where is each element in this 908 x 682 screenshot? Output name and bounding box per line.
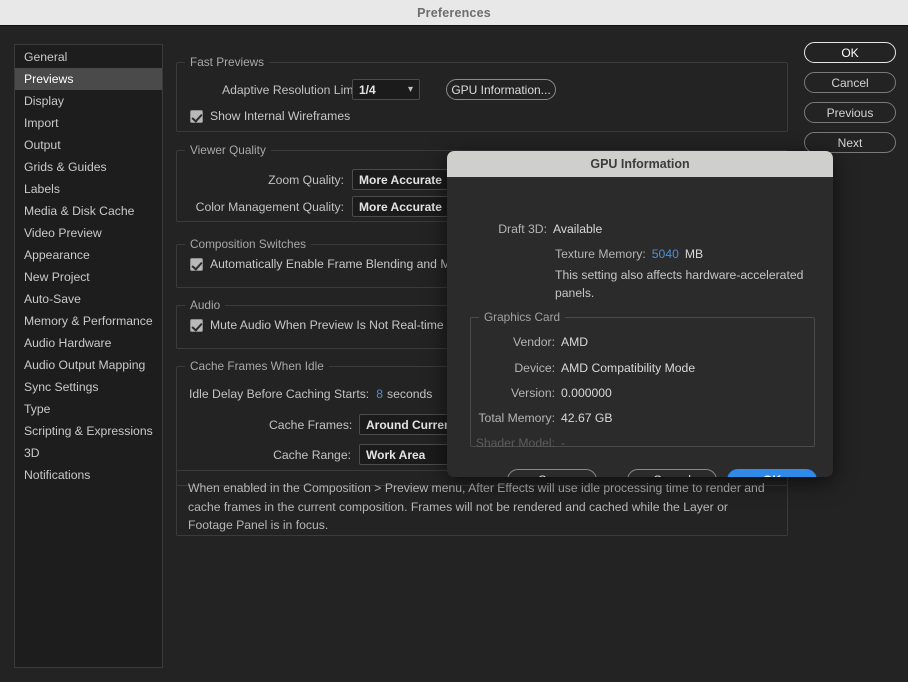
preferences-window: Preferences General Previews Display Imp… [0,0,908,682]
cache-range-value: Work Area [366,447,426,462]
row-adaptive-resolution: Adaptive Resolution Limit: 1/4 ▾ GPU Inf… [222,79,556,100]
color-management-quality-value: More Accurate [359,199,442,214]
previous-button[interactable]: Previous [804,102,896,123]
sidebar-item-video-preview[interactable]: Video Preview [15,222,162,244]
idle-delay-label: Idle Delay Before Caching Starts: [189,387,370,401]
gpu-information-dialog: GPU Information Draft 3D: Available Text… [447,151,833,477]
sidebar-item-labels[interactable]: Labels [15,178,162,200]
zoom-quality-label: Zoom Quality: [268,172,344,187]
category-sidebar[interactable]: General Previews Display Import Output G… [14,44,163,668]
row-mute-audio[interactable]: Mute Audio When Preview Is Not Real-time [190,318,444,332]
sidebar-item-general[interactable]: General [15,46,162,68]
idle-delay-value[interactable]: 8 [376,387,383,401]
row-shader-model: Shader Model: - [457,436,565,450]
draft-3d-label: Draft 3D: [498,222,547,236]
sidebar-item-display[interactable]: Display [15,90,162,112]
sidebar-item-previews[interactable]: Previews [15,68,162,90]
gpu-dialog-title: GPU Information [590,157,690,171]
sidebar-item-import[interactable]: Import [15,112,162,134]
adaptive-resolution-value: 1/4 [359,82,376,97]
total-memory-value: 42.67 GB [561,411,613,425]
cache-range-label: Cache Range: [273,447,351,462]
chevron-down-icon: ▾ [407,84,413,95]
version-label: Version: [510,386,555,400]
row-draft-3d: Draft 3D: Available [457,222,602,236]
gpu-dialog-body: Draft 3D: Available Texture Memory: 5040… [447,177,833,477]
device-label: Device: [514,361,555,375]
row-texture-memory: Texture Memory: 5040 MB [555,247,703,261]
ok-button[interactable]: OK [804,42,896,63]
checkbox-auto-frame-blending[interactable] [190,257,203,271]
window-title: Preferences [417,5,491,20]
row-device: Device: AMD Compatibility Mode [457,361,695,375]
sidebar-item-media-disk-cache[interactable]: Media & Disk Cache [15,200,162,222]
color-management-quality-label: Color Management Quality: [195,199,344,214]
sidebar-item-3d[interactable]: 3D [15,442,162,464]
texture-memory-label: Texture Memory: [555,247,646,261]
gpu-dialog-titlebar: GPU Information [447,151,833,177]
row-total-memory: Total Memory: 42.67 GB [457,411,613,425]
cancel-button[interactable]: Cancel [804,72,896,93]
row-vendor: Vendor: AMD [457,335,588,349]
dialog-actions: OK Cancel Previous Next [804,42,896,162]
row-version: Version: 0.000000 [457,386,612,400]
group-title-viewer-quality: Viewer Quality [185,143,271,157]
sidebar-item-notifications[interactable]: Notifications [15,464,162,486]
row-auto-frame-blending[interactable]: Automatically Enable Frame Blending and … [190,257,477,271]
checkbox-show-internal-wireframes[interactable] [190,109,203,123]
sidebar-item-appearance[interactable]: Appearance [15,244,162,266]
draft-3d-value: Available [553,222,603,236]
version-value: 0.000000 [561,386,612,400]
sidebar-item-new-project[interactable]: New Project [15,266,162,288]
sidebar-item-memory-performance[interactable]: Memory & Performance [15,310,162,332]
gpu-cancel-button[interactable]: Cancel [627,469,717,477]
group-title-audio: Audio [185,298,226,312]
row-idle-delay: Idle Delay Before Caching Starts: 8 seco… [189,387,432,401]
next-button[interactable]: Next [804,132,896,153]
checkbox-mute-audio[interactable] [190,318,203,332]
sidebar-item-scripting-expressions[interactable]: Scripting & Expressions [15,420,162,442]
description-text: When enabled in the Composition > Previe… [188,481,765,533]
group-title-cache-frames: Cache Frames When Idle [185,359,329,373]
description-box: When enabled in the Composition > Previe… [176,470,788,536]
row-show-internal-wireframes[interactable]: Show Internal Wireframes [190,109,350,123]
mute-audio-label: Mute Audio When Preview Is Not Real-time [210,318,444,332]
auto-frame-blending-label: Automatically Enable Frame Blending and … [210,257,477,271]
sidebar-item-auto-save[interactable]: Auto-Save [15,288,162,310]
total-memory-label: Total Memory: [478,411,555,425]
zoom-quality-value: More Accurate [359,172,442,187]
vendor-label: Vendor: [512,335,555,349]
sidebar-item-audio-hardware[interactable]: Audio Hardware [15,332,162,354]
adaptive-resolution-label: Adaptive Resolution Limit: [222,82,363,97]
sidebar-item-grids-guides[interactable]: Grids & Guides [15,156,162,178]
idle-delay-unit: seconds [386,387,433,401]
shader-model-label: Shader Model: [475,436,555,450]
adaptive-resolution-dropdown[interactable]: 1/4 ▾ [352,79,420,100]
texture-memory-note: This setting also affects hardware-accel… [555,268,804,301]
cache-frames-label: Cache Frames: [269,417,353,432]
gpu-information-button[interactable]: GPU Information... [446,79,556,100]
sidebar-item-output[interactable]: Output [15,134,162,156]
group-title-graphics-card: Graphics Card [479,310,566,324]
vendor-value: AMD [561,335,589,349]
device-value: AMD Compatibility Mode [561,361,696,375]
sidebar-item-type[interactable]: Type [15,398,162,420]
gpu-copy-button[interactable]: Copy [507,469,597,477]
sidebar-item-audio-output-mapping[interactable]: Audio Output Mapping [15,354,162,376]
texture-memory-unit: MB [684,247,704,261]
gpu-ok-button[interactable]: OK [727,469,817,477]
window-titlebar: Preferences [0,0,908,26]
texture-memory-value[interactable]: 5040 [652,247,679,261]
group-title-fast-previews: Fast Previews [185,55,270,69]
sidebar-item-sync-settings[interactable]: Sync Settings [15,376,162,398]
shader-model-value: - [561,436,566,450]
show-internal-wireframes-label: Show Internal Wireframes [210,109,351,123]
group-title-composition-switches: Composition Switches [185,237,312,251]
